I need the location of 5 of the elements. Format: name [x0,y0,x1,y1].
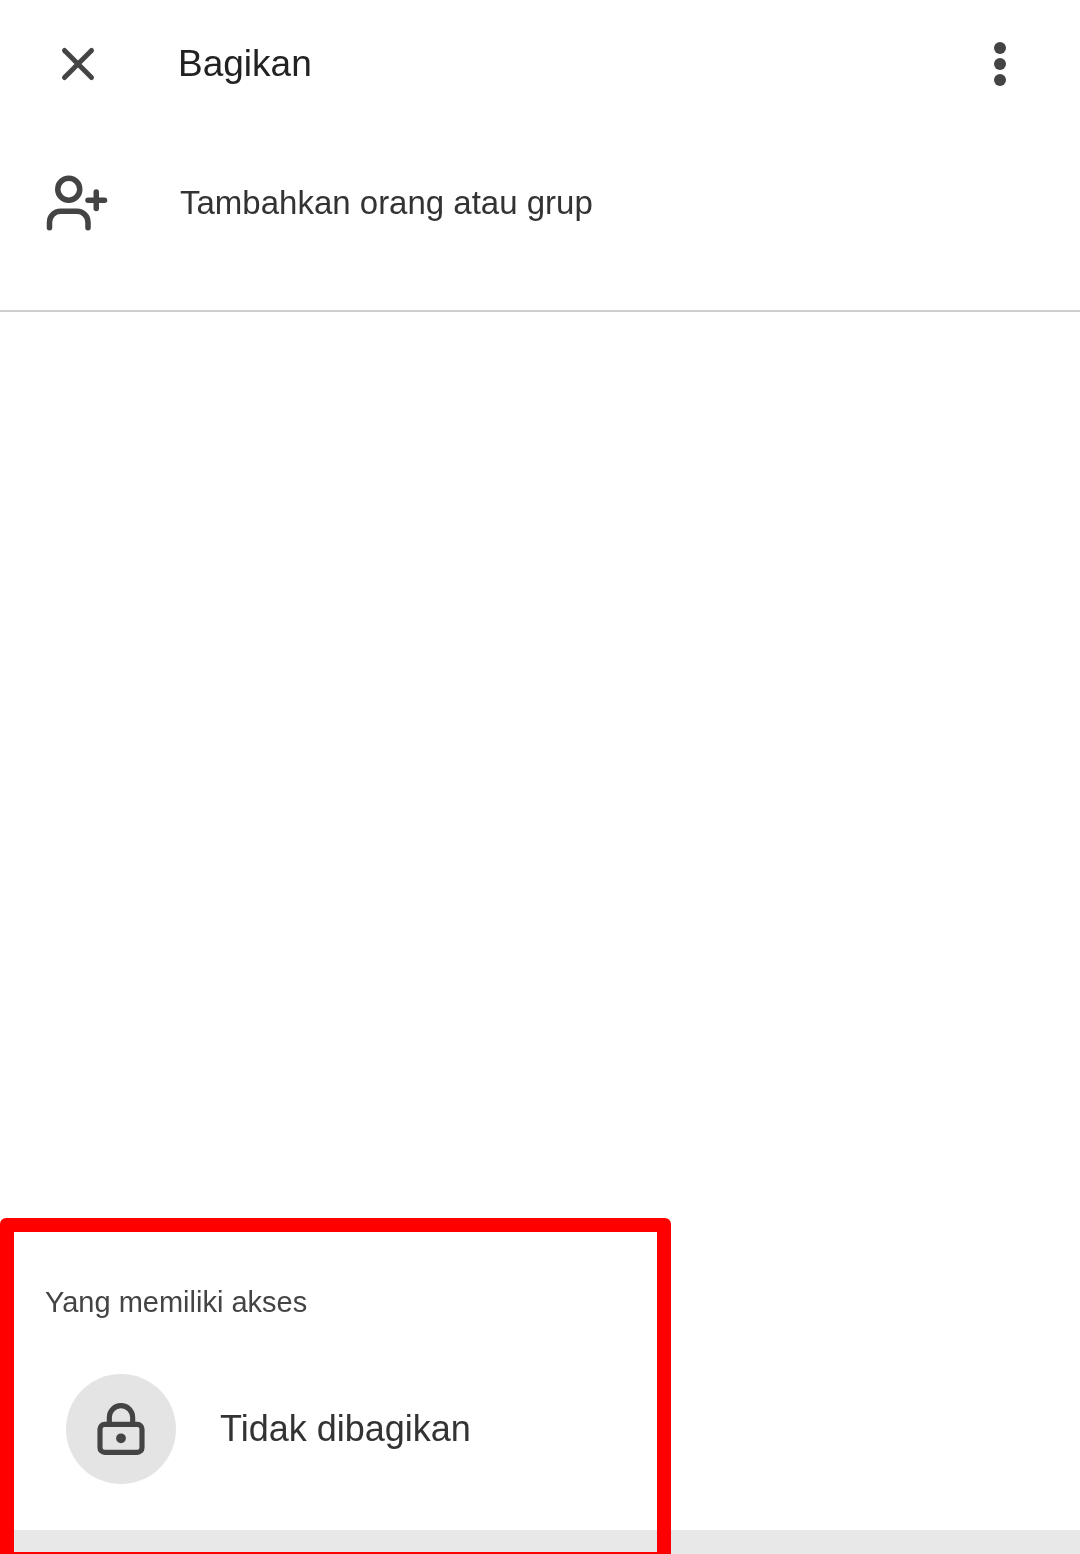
access-row[interactable]: Tidak dibagikan [45,1374,471,1484]
more-options-icon [993,41,1007,87]
dialog-title: Bagikan [178,42,312,87]
add-people-row[interactable]: Tambahkan orang atau grup [0,128,1080,312]
section-heading: Yang memiliki akses [45,1284,309,1320]
